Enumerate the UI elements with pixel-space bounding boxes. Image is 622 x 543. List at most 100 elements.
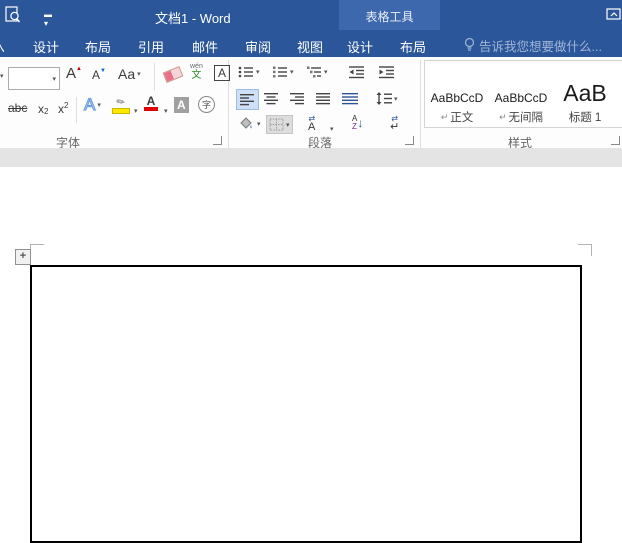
style-name-text: 正文	[450, 109, 473, 125]
table-tools-label: 表格工具	[339, 8, 440, 25]
lightbulb-icon	[463, 37, 476, 52]
style-name-text: 标题 1	[569, 109, 602, 125]
style-preview: AaBbCcD	[431, 91, 484, 105]
tab-1[interactable]: 布局	[85, 37, 111, 56]
distribute-button[interactable]	[342, 92, 359, 105]
ribbon-tabs: 插入 告诉我您想要做什么... 设计 布局 引用 邮件 审阅 视图 设计 布局	[0, 30, 622, 57]
text-boundary-mark-right	[578, 244, 592, 256]
align-right-button[interactable]	[290, 92, 305, 105]
character-scaling-dropdown-arrow[interactable]: ▾	[330, 125, 334, 133]
tell-me-box[interactable]: 告诉我您想要做什么...	[479, 36, 602, 55]
align-left-icon	[240, 93, 255, 106]
table-move-handle[interactable]: +	[15, 249, 31, 265]
show-marks-button[interactable]: ⇄ ↵	[390, 115, 399, 131]
text-effects-button[interactable]: A▾	[84, 95, 101, 115]
strikethrough-label: abc	[8, 101, 27, 115]
style-name: ↵无间隔	[499, 109, 543, 125]
multilevel-list-button[interactable]: ▾	[306, 65, 328, 79]
distribute-icon	[342, 92, 359, 105]
grow-font-button[interactable]: A▲	[66, 65, 82, 82]
shading-button[interactable]: ▾	[238, 117, 261, 131]
increase-indent-button[interactable]	[378, 65, 395, 79]
strikethrough-button[interactable]: abc	[8, 101, 27, 115]
font-color-button[interactable]: A	[144, 95, 158, 111]
preview-tool-icon[interactable]	[5, 6, 21, 24]
borders-icon	[269, 118, 284, 131]
increase-indent-icon	[378, 65, 395, 79]
window-title: 文档1 - Word	[155, 8, 231, 27]
line-spacing-icon	[376, 92, 392, 105]
clear-formatting-button[interactable]	[164, 69, 182, 80]
style-item-2[interactable]: AaB标题 1	[553, 61, 617, 129]
contextual-tab-0[interactable]: 设计	[347, 37, 373, 56]
tab-0[interactable]: 设计	[33, 37, 59, 56]
character-border-letter: A	[214, 65, 230, 81]
eraser-icon	[163, 66, 184, 83]
paragraph-mark-icon: ↵	[390, 123, 399, 131]
phonetic-guide-button[interactable]: wén 文	[190, 62, 203, 80]
contextual-tab-1[interactable]: 布局	[400, 37, 426, 56]
word-window: ▬▾ 文档1 - Word 表格工具 插入 告诉我您想要做什么... 设计 布局 引…	[0, 0, 622, 543]
character-scaling-button[interactable]: ⇄ A	[308, 115, 315, 131]
multilevel-list-icon	[306, 65, 322, 79]
style-preview: AaBbCcD	[495, 91, 548, 105]
phonetic-char: 文	[191, 71, 201, 80]
decrease-indent-icon	[348, 65, 365, 79]
pilcrow-mark: ↵	[441, 112, 449, 123]
tab-5[interactable]: 视图	[297, 37, 323, 56]
style-item-0[interactable]: AaBbCcD ↵正文	[425, 61, 489, 129]
font-color-dropdown-arrow[interactable]: ▾	[164, 107, 168, 115]
scale-letter: A	[308, 123, 315, 131]
highlight-color-button[interactable]: ✎	[112, 97, 130, 114]
character-shading-letter: A	[174, 97, 189, 113]
font-color-letter: A	[147, 95, 156, 107]
superscript-2: 2	[64, 101, 68, 110]
align-center-icon	[264, 92, 279, 105]
highlight-dropdown-arrow[interactable]: ▾	[134, 107, 138, 115]
character-border-button[interactable]: A	[214, 65, 230, 81]
paint-bucket-icon	[238, 117, 255, 131]
sort-button[interactable]: AZ ↓	[352, 115, 363, 131]
text-effects-letter: A	[84, 95, 95, 115]
style-item-1[interactable]: AaBbCcD ↵无间隔	[489, 61, 553, 129]
align-center-button[interactable]	[264, 92, 279, 105]
style-name: ↵正文	[441, 109, 474, 125]
numbering-icon	[272, 65, 288, 79]
enclose-character: 字	[198, 96, 215, 113]
enclose-characters-button[interactable]: 字	[198, 96, 215, 113]
styles-dialog-launcher[interactable]	[611, 136, 620, 145]
character-shading-button[interactable]: A	[174, 97, 189, 113]
divider	[76, 97, 77, 123]
paragraph-dialog-launcher[interactable]	[405, 136, 414, 145]
divider	[154, 63, 155, 91]
font-name-dropdown-arrow[interactable]: ▾	[0, 72, 4, 80]
tab-4[interactable]: 审阅	[245, 37, 271, 56]
line-spacing-button[interactable]: ▾	[376, 92, 398, 105]
subscript-button[interactable]: x2	[38, 101, 48, 116]
text-boundary-mark-left	[30, 244, 44, 256]
bullets-icon	[238, 65, 254, 79]
superscript-button[interactable]: x2	[58, 101, 68, 117]
font-dialog-launcher[interactable]	[213, 136, 222, 145]
tab-3[interactable]: 邮件	[192, 37, 218, 56]
title-bar: ▬▾ 文档1 - Word	[0, 0, 622, 30]
change-case-button[interactable]: Aa▾	[118, 66, 141, 82]
decrease-indent-button[interactable]	[348, 65, 365, 79]
align-left-button[interactable]	[236, 89, 259, 110]
align-right-icon	[290, 92, 305, 105]
styles-gallery: AaBbCcD ↵正文 AaBbCcD ↵无间隔 AaB标题 1	[424, 60, 622, 128]
change-case-label: Aa	[118, 66, 135, 82]
qat-customize-icon[interactable]: ▬▾	[44, 10, 52, 28]
bullets-button[interactable]: ▾	[238, 65, 260, 79]
comparison-table	[30, 265, 582, 543]
numbering-button[interactable]: ▾	[272, 65, 294, 79]
shrink-font-button[interactable]: A▼	[92, 68, 106, 82]
tab-2[interactable]: 引用	[138, 37, 164, 56]
borders-button[interactable]: ▾	[266, 115, 293, 134]
font-size-combo[interactable]: ▾	[8, 67, 60, 90]
justify-icon	[316, 92, 331, 105]
tab-clipped[interactable]: 插入	[0, 37, 4, 56]
ribbon-display-options-icon[interactable]	[606, 8, 622, 21]
table-header-row	[32, 267, 580, 330]
justify-button[interactable]	[316, 92, 331, 105]
